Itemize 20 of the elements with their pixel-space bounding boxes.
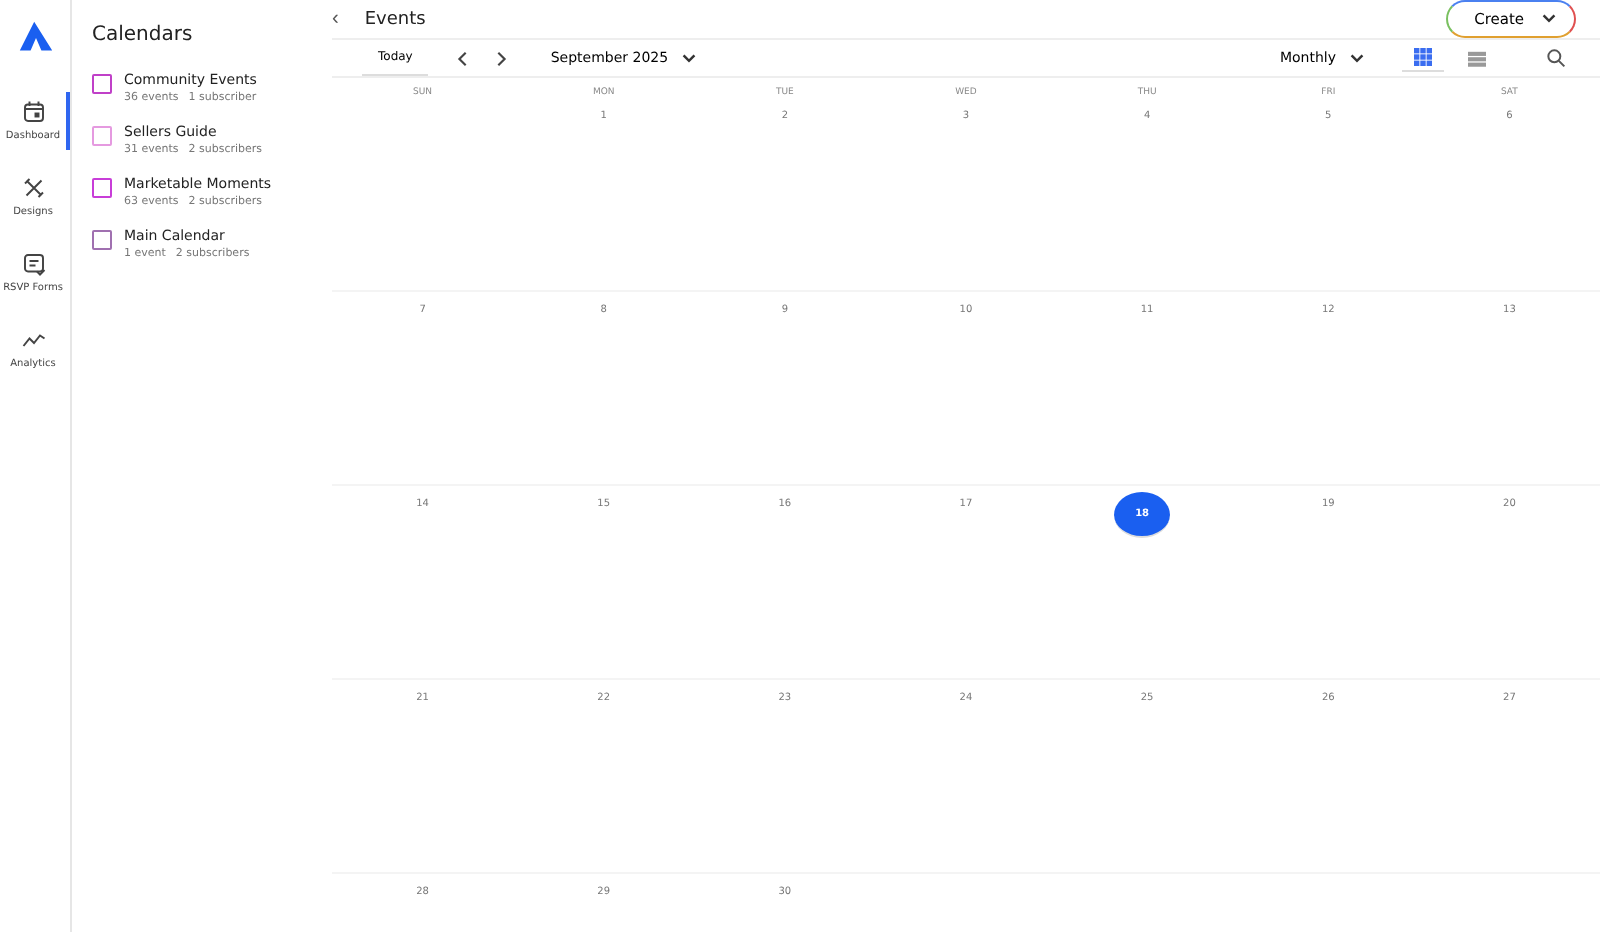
chevron-down-icon bbox=[680, 49, 699, 67]
tools-icon bbox=[21, 176, 45, 200]
list-icon bbox=[1468, 49, 1486, 67]
collapse-button[interactable]: ‹ bbox=[332, 8, 345, 30]
calendar-checkbox[interactable] bbox=[92, 126, 112, 146]
search-button[interactable] bbox=[1542, 44, 1570, 72]
page-title: Events bbox=[364, 9, 428, 29]
chevron-right-icon bbox=[492, 49, 511, 67]
grid-view-button[interactable] bbox=[1402, 44, 1444, 72]
calendar-icon bbox=[21, 100, 45, 124]
chevron-down-icon bbox=[1348, 49, 1366, 67]
chevron-down-icon bbox=[1540, 10, 1558, 28]
form-icon bbox=[21, 252, 45, 276]
calendar-checkbox[interactable] bbox=[92, 230, 112, 250]
sidebar-title: Calendars bbox=[92, 24, 195, 46]
calendar-checkbox[interactable] bbox=[92, 74, 112, 94]
search-icon bbox=[1546, 48, 1566, 68]
grid-icon bbox=[1414, 48, 1432, 66]
logo-icon bbox=[17, 20, 53, 56]
calendar-checkbox[interactable] bbox=[92, 178, 112, 198]
